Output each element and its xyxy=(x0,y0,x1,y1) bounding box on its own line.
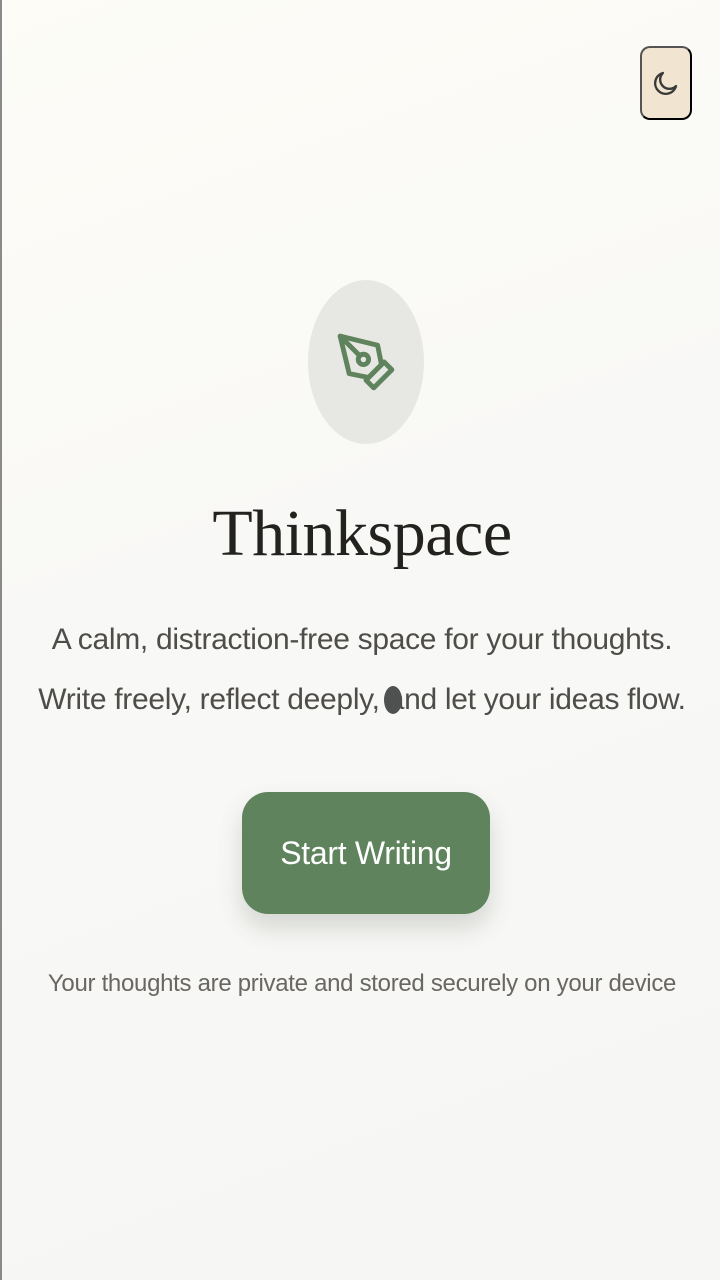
app-title: Thinkspace xyxy=(212,497,512,570)
moon-icon xyxy=(653,71,678,96)
tagline: A calm, distraction-free space for your … xyxy=(38,623,686,716)
pen-nib-icon xyxy=(337,333,395,391)
privacy-note: Your thoughts are private and stored sec… xyxy=(47,970,677,997)
mouse-cursor xyxy=(384,686,402,714)
theme-toggle-button[interactable] xyxy=(640,46,692,120)
start-writing-button[interactable]: Start Writing xyxy=(242,792,490,914)
app-logo xyxy=(308,280,424,444)
